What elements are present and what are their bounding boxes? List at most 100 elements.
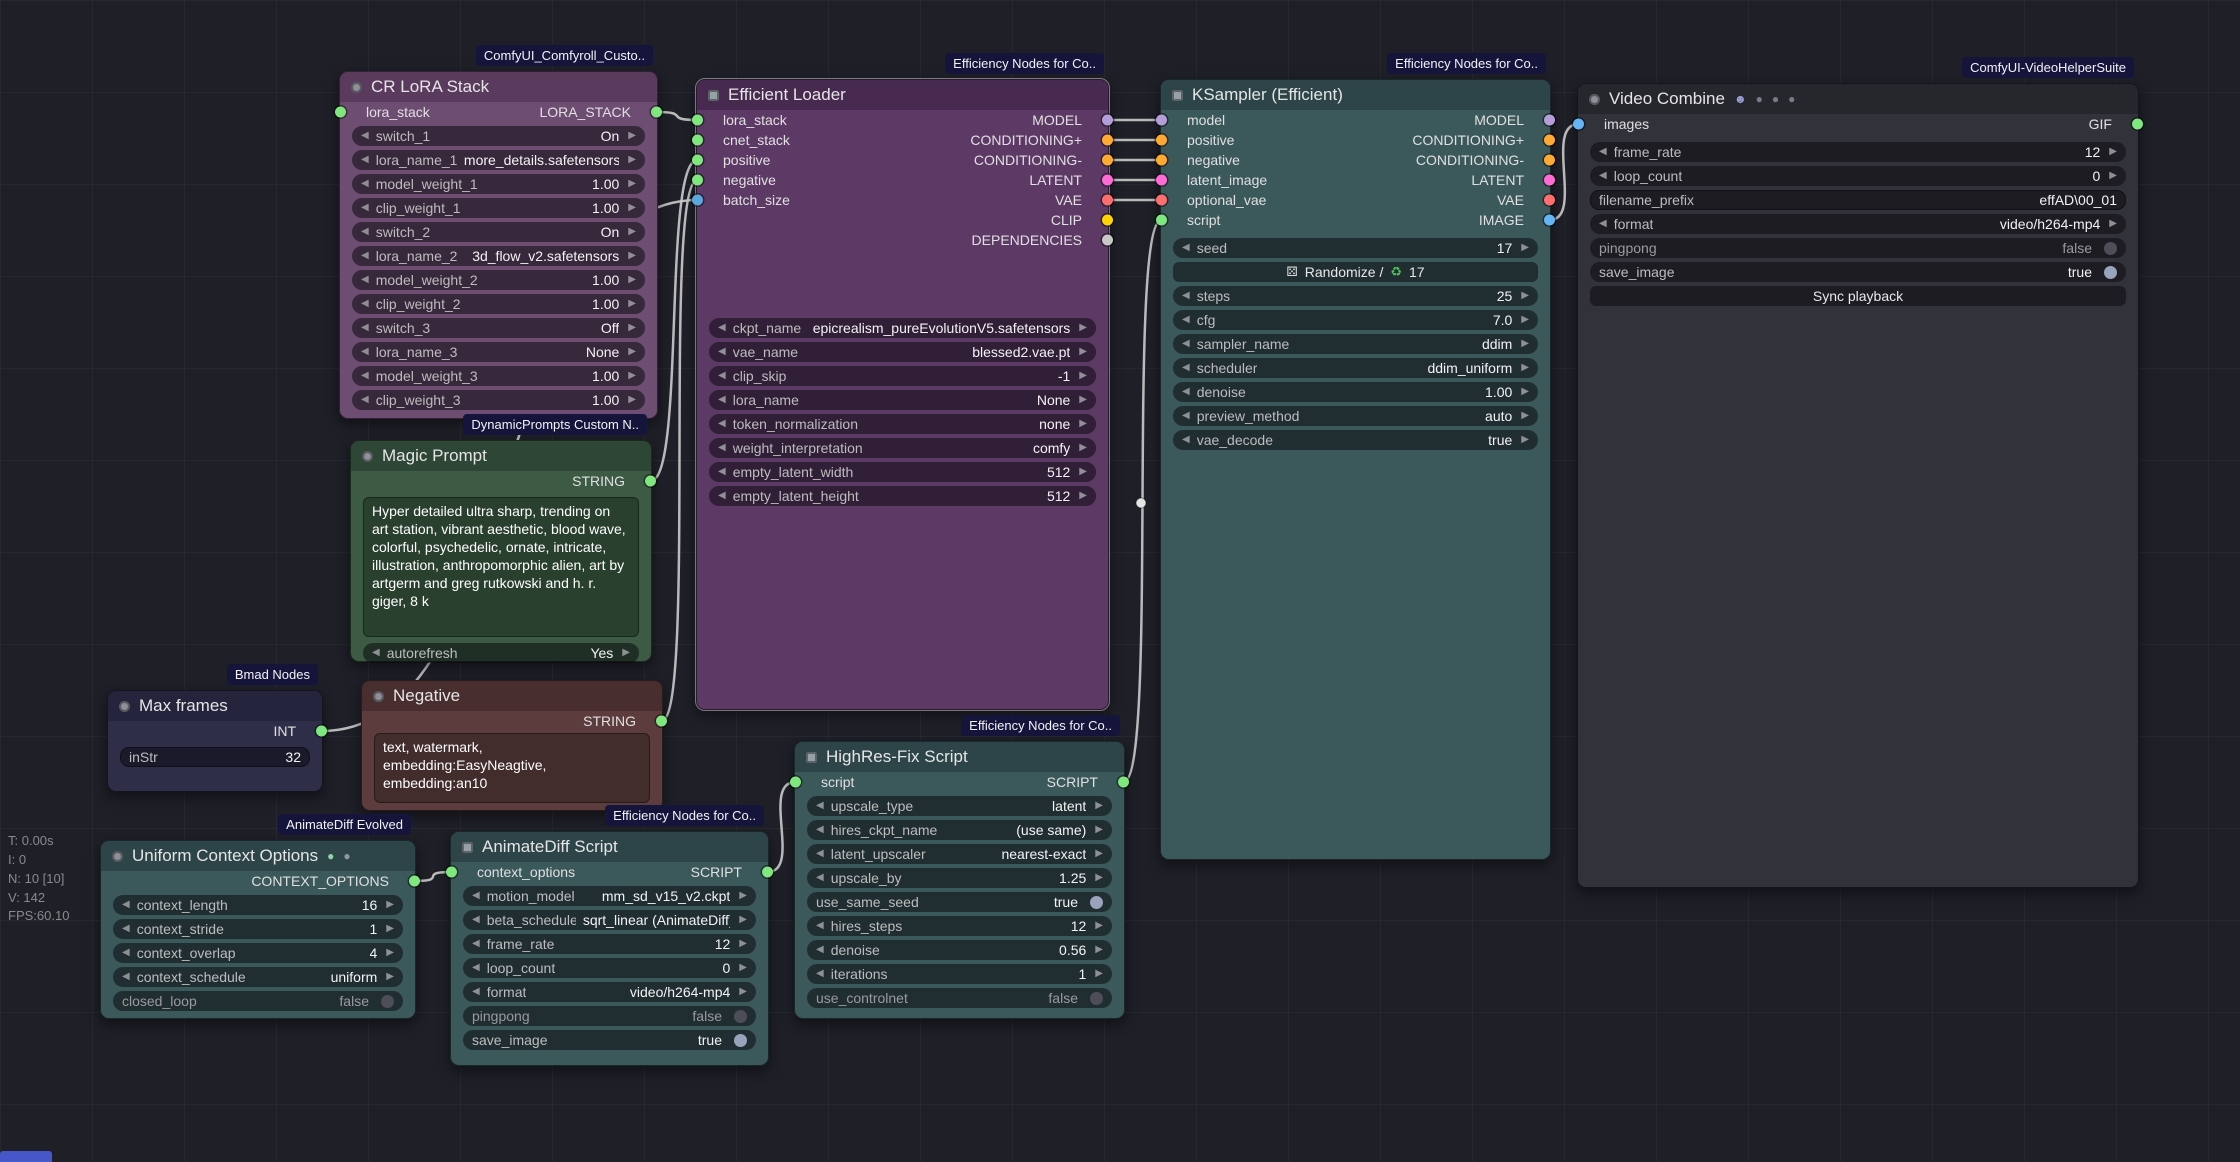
decrement-arrow-icon[interactable]: ◀	[718, 443, 726, 453]
input-port-dot[interactable]	[446, 867, 457, 878]
toggle-knob[interactable]	[734, 1034, 747, 1047]
output-slot-MODEL[interactable]: MODEL	[1032, 112, 1094, 128]
node-highres-fix-script[interactable]: Efficiency Nodes for Co..HighRes-Fix Scr…	[794, 741, 1125, 1019]
node-header[interactable]: Max frames	[108, 691, 322, 721]
output-slot-STRING[interactable]: STRING	[572, 473, 637, 489]
sync-playback-button[interactable]: Sync playback	[1590, 286, 2126, 306]
decrement-arrow-icon[interactable]: ◀	[361, 155, 369, 165]
increment-arrow-icon[interactable]: ▶	[1079, 491, 1087, 501]
increment-arrow-icon[interactable]: ▶	[739, 987, 747, 997]
output-slot-LATENT[interactable]: LATENT	[1029, 172, 1094, 188]
widget-switch_2[interactable]: ◀switch_2On▶	[352, 222, 645, 242]
increment-arrow-icon[interactable]: ▶	[2109, 147, 2117, 157]
widget-clip_weight_1[interactable]: ◀clip_weight_11.00▶	[352, 198, 645, 218]
decrement-arrow-icon[interactable]: ◀	[816, 825, 824, 835]
widget-save_image[interactable]: save_imagetrue	[1590, 262, 2126, 282]
positive-prompt-textarea[interactable]: Hyper detailed ultra sharp, trending on …	[363, 497, 639, 637]
decrement-arrow-icon[interactable]: ◀	[1182, 339, 1190, 349]
decrement-arrow-icon[interactable]: ◀	[472, 939, 480, 949]
output-port-dot[interactable]	[762, 867, 773, 878]
collapse-dot-icon[interactable]	[119, 701, 130, 712]
toggle-knob[interactable]	[2104, 242, 2117, 255]
widget-denoise[interactable]: ◀denoise1.00▶	[1173, 382, 1538, 402]
increment-arrow-icon[interactable]: ▶	[1095, 801, 1103, 811]
increment-arrow-icon[interactable]: ▶	[628, 131, 636, 141]
collapse-dot-icon[interactable]	[351, 82, 362, 93]
increment-arrow-icon[interactable]: ▶	[386, 948, 394, 958]
node-cr-lora-stack[interactable]: ComfyUI_Comfyroll_Custo..CR LoRA Stacklo…	[339, 71, 658, 419]
decrement-arrow-icon[interactable]: ◀	[361, 227, 369, 237]
decrement-arrow-icon[interactable]: ◀	[1182, 363, 1190, 373]
collapse-dot-icon[interactable]	[373, 691, 384, 702]
toggle-knob[interactable]	[381, 995, 394, 1008]
increment-arrow-icon[interactable]: ▶	[628, 275, 636, 285]
node-header[interactable]: Video Combine☻●●●	[1578, 84, 2138, 114]
decrement-arrow-icon[interactable]: ◀	[122, 972, 130, 982]
input-port-dot[interactable]	[335, 107, 346, 118]
graph-canvas[interactable]: T: 0.00sI: 0N: 10 [10]V: 142FPS:60.10 Co…	[0, 0, 2240, 1162]
widget-context_overlap[interactable]: ◀context_overlap4▶	[113, 943, 403, 963]
increment-arrow-icon[interactable]: ▶	[628, 179, 636, 189]
output-port-dot[interactable]	[1102, 235, 1113, 246]
decrement-arrow-icon[interactable]: ◀	[718, 347, 726, 357]
decrement-arrow-icon[interactable]: ◀	[361, 203, 369, 213]
widget-steps[interactable]: ◀steps25▶	[1173, 286, 1538, 306]
increment-arrow-icon[interactable]: ▶	[1095, 945, 1103, 955]
widget-context_schedule[interactable]: ◀context_scheduleuniform▶	[113, 967, 403, 987]
widget-beta_schedule[interactable]: ◀beta_schedulesqrt_linear (AnimateDiff)▶	[463, 910, 756, 930]
decrement-arrow-icon[interactable]: ◀	[718, 491, 726, 501]
increment-arrow-icon[interactable]: ▶	[1079, 395, 1087, 405]
increment-arrow-icon[interactable]: ▶	[1521, 339, 1529, 349]
increment-arrow-icon[interactable]: ▶	[1521, 411, 1529, 421]
output-slot-CONDITIONING+[interactable]: CONDITIONING+	[1412, 132, 1536, 148]
increment-arrow-icon[interactable]: ▶	[622, 648, 630, 658]
widget-frame_rate[interactable]: ◀frame_rate12▶	[1590, 142, 2126, 162]
decrement-arrow-icon[interactable]: ◀	[361, 395, 369, 405]
node-box-icon[interactable]	[1172, 90, 1183, 101]
output-port-dot[interactable]	[1544, 135, 1555, 146]
widget-model_weight_1[interactable]: ◀model_weight_11.00▶	[352, 174, 645, 194]
decrement-arrow-icon[interactable]: ◀	[361, 347, 369, 357]
widget-empty_latent_height[interactable]: ◀empty_latent_height512▶	[709, 486, 1096, 506]
increment-arrow-icon[interactable]: ▶	[1095, 849, 1103, 859]
increment-arrow-icon[interactable]: ▶	[628, 347, 636, 357]
node-efficient-loader[interactable]: Efficiency Nodes for Co..Efficient Loade…	[696, 79, 1109, 710]
output-port-dot[interactable]	[316, 726, 327, 737]
widget-lora_name_2[interactable]: ◀lora_name_23d_flow_v2.safetensors▶	[352, 246, 645, 266]
increment-arrow-icon[interactable]: ▶	[739, 939, 747, 949]
output-slot-LORA_STACK[interactable]: LORA_STACK	[539, 104, 643, 120]
increment-arrow-icon[interactable]: ▶	[1521, 291, 1529, 301]
node-box-icon[interactable]	[806, 752, 817, 763]
increment-arrow-icon[interactable]: ▶	[1095, 969, 1103, 979]
node-magic-prompt[interactable]: DynamicPrompts Custom N..Magic PromptSTR…	[350, 440, 652, 662]
output-slot-CLIP[interactable]: CLIP	[1051, 212, 1094, 228]
input-slot-latent_image[interactable]: latent_image	[1175, 172, 1267, 188]
collapse-dot-icon[interactable]	[362, 451, 373, 462]
input-slot-lora_stack[interactable]: lora_stack	[354, 104, 430, 120]
decrement-arrow-icon[interactable]: ◀	[1182, 243, 1190, 253]
widget-model_weight_3[interactable]: ◀model_weight_31.00▶	[352, 366, 645, 386]
node-max-frames[interactable]: Bmad NodesMax framesINTinStr32	[107, 690, 323, 792]
widget-pingpong[interactable]: pingpongfalse	[463, 1006, 756, 1026]
decrement-arrow-icon[interactable]: ◀	[361, 371, 369, 381]
increment-arrow-icon[interactable]: ▶	[1095, 825, 1103, 835]
decrement-arrow-icon[interactable]: ◀	[122, 900, 130, 910]
increment-arrow-icon[interactable]: ▶	[1079, 323, 1087, 333]
increment-arrow-icon[interactable]: ▶	[628, 203, 636, 213]
output-port-dot[interactable]	[1102, 215, 1113, 226]
output-slot-IMAGE[interactable]: IMAGE	[1479, 212, 1536, 228]
decrement-arrow-icon[interactable]: ◀	[1599, 219, 1607, 229]
node-uniform-context-options[interactable]: AnimateDiff EvolvedUniform Context Optio…	[100, 840, 416, 1019]
decrement-arrow-icon[interactable]: ◀	[122, 948, 130, 958]
node-header[interactable]: KSampler (Efficient)	[1161, 80, 1550, 110]
widget-vae_decode[interactable]: ◀vae_decodetrue▶	[1173, 430, 1538, 450]
output-slot-STRING[interactable]: STRING	[583, 713, 648, 729]
widget-latent_upscaler[interactable]: ◀latent_upscalernearest-exact▶	[807, 844, 1112, 864]
node-animatediff-script[interactable]: Efficiency Nodes for Co..AnimateDiff Scr…	[450, 831, 769, 1066]
output-port-dot[interactable]	[645, 476, 656, 487]
toggle-knob[interactable]	[1090, 992, 1103, 1005]
widget-token_normalization[interactable]: ◀token_normalizationnone▶	[709, 414, 1096, 434]
widget-loop_count[interactable]: ◀loop_count0▶	[1590, 166, 2126, 186]
decrement-arrow-icon[interactable]: ◀	[1182, 291, 1190, 301]
toggle-knob[interactable]	[1090, 896, 1103, 909]
